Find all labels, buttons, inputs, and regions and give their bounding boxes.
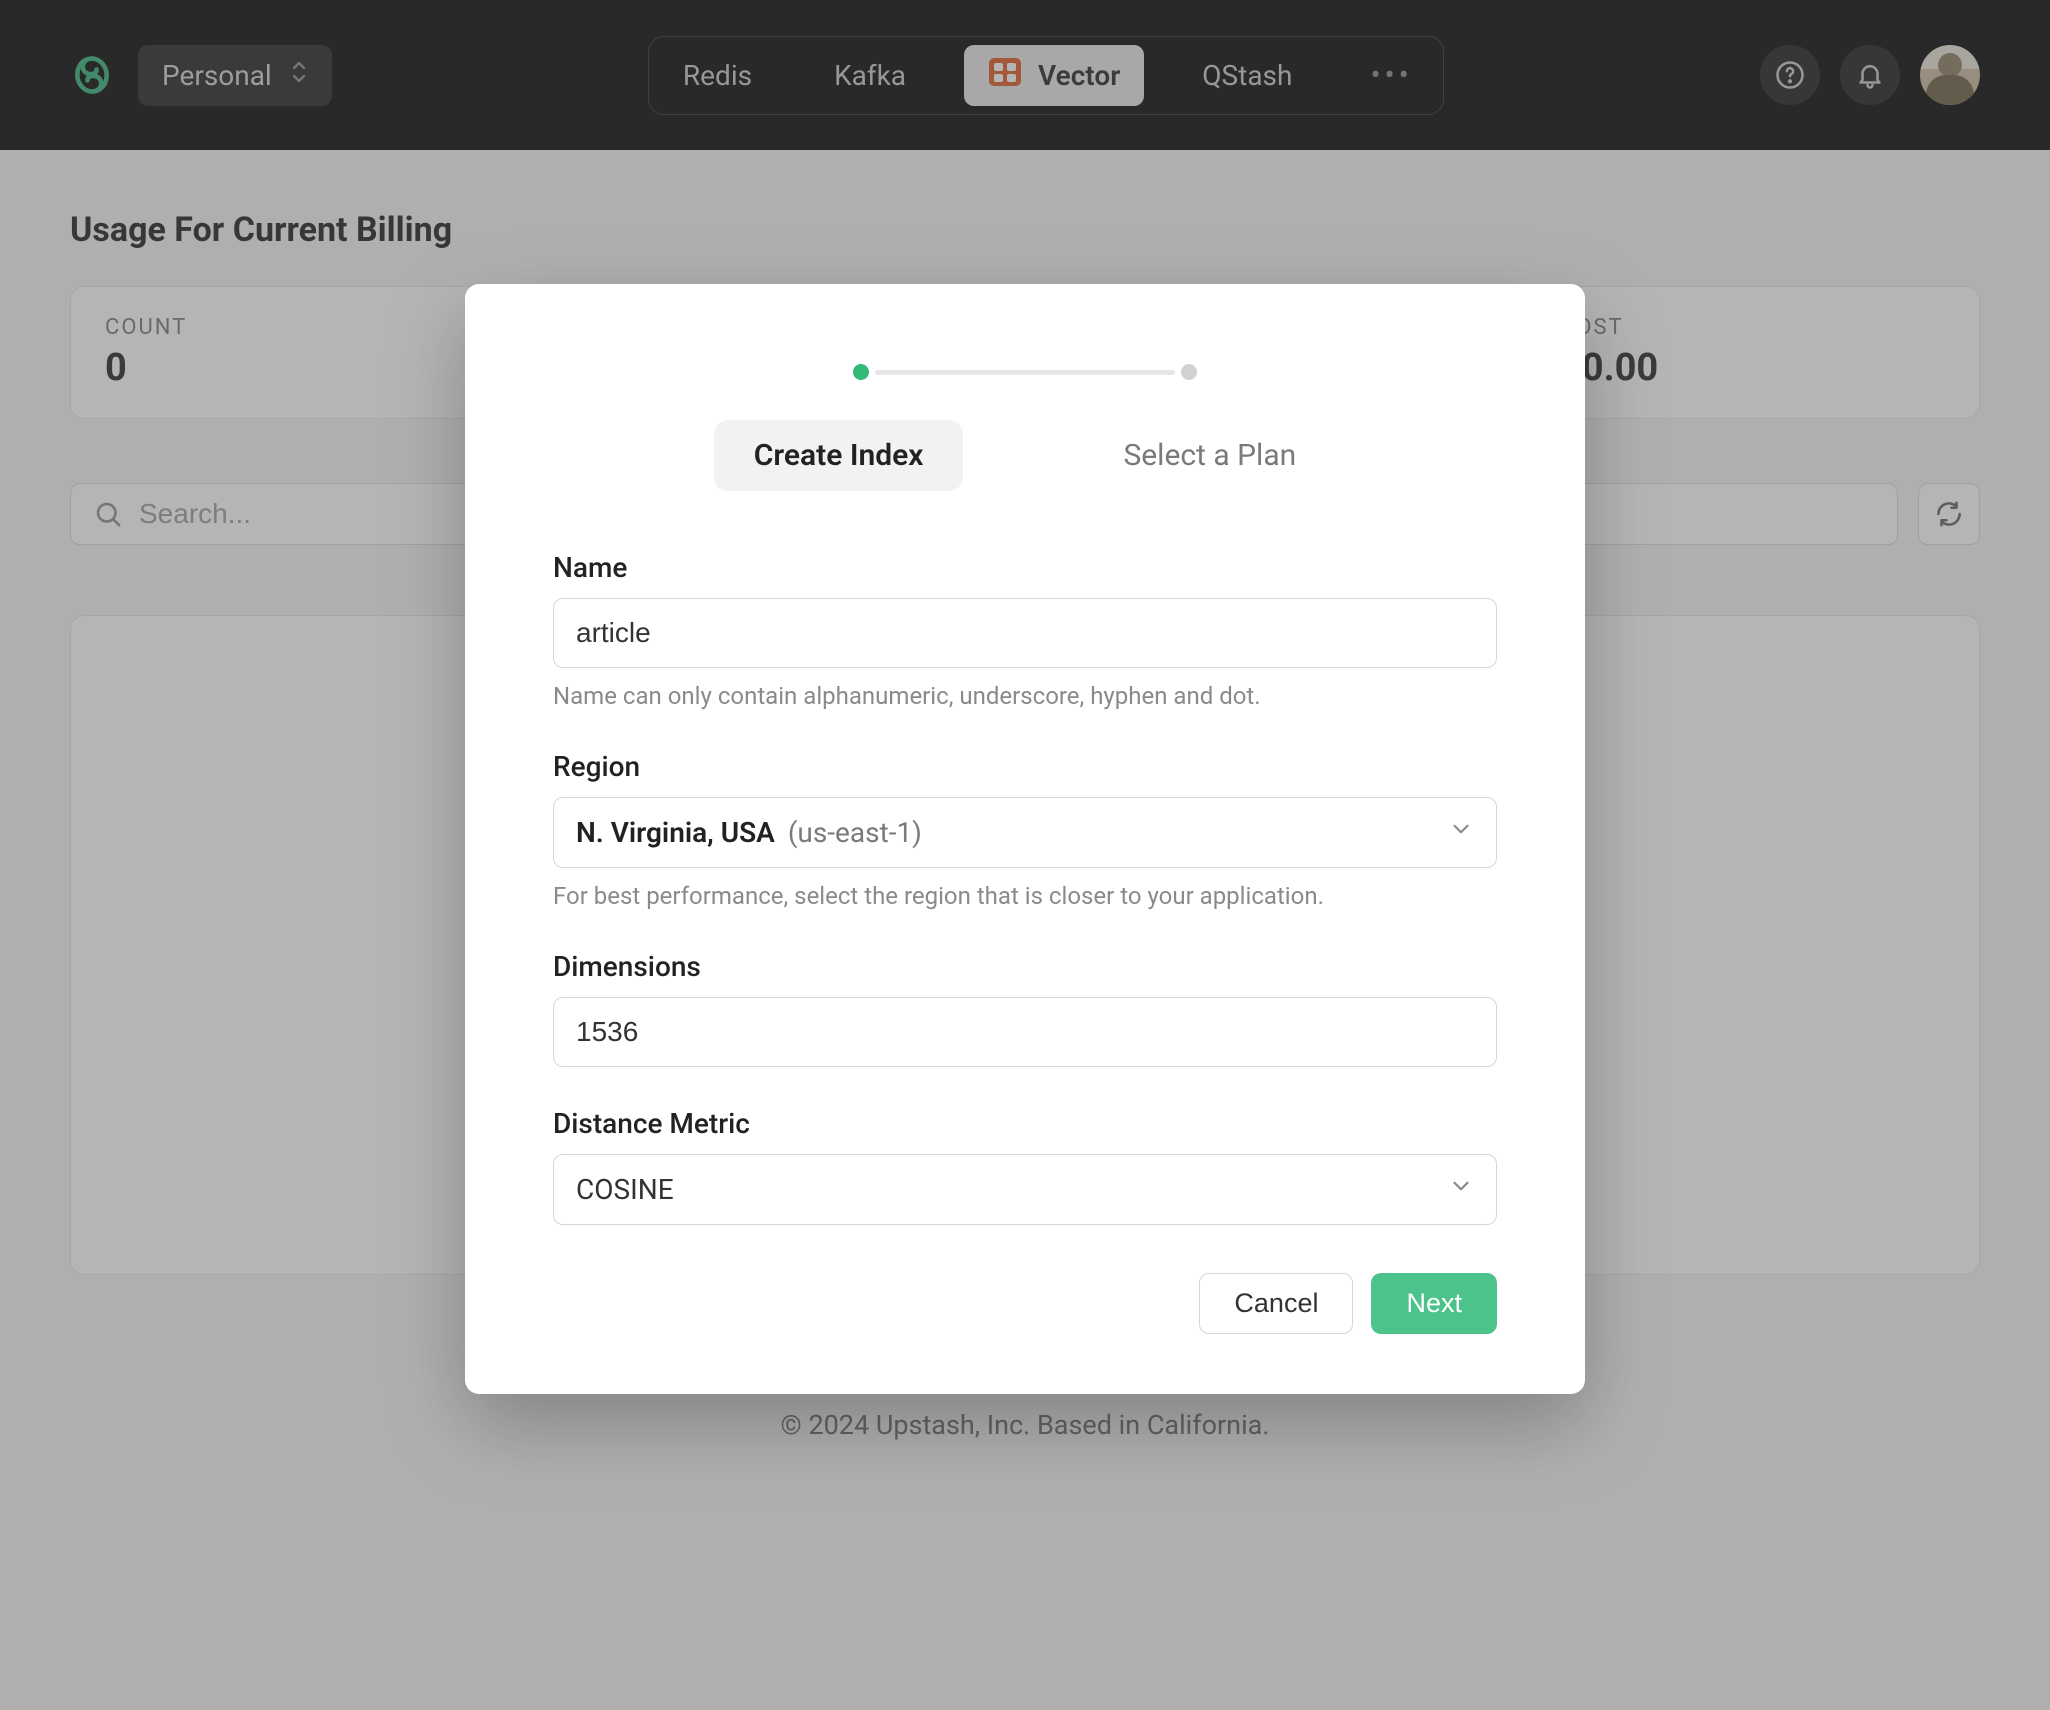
metric-select[interactable]: COSINE xyxy=(553,1154,1497,1225)
stat-label: COST xyxy=(1560,315,1945,340)
region-value: N. Virginia, USA xyxy=(576,816,775,849)
step-dot-2 xyxy=(1181,364,1197,380)
logo-icon xyxy=(70,53,114,97)
step-dot-1 xyxy=(853,364,869,380)
step-label-plan[interactable]: Select a Plan xyxy=(1083,420,1336,491)
create-index-modal: Create Index Select a Plan Name Name can… xyxy=(465,284,1585,1394)
help-button[interactable] xyxy=(1760,45,1820,105)
step-bar xyxy=(875,370,1175,375)
search-icon xyxy=(93,499,123,529)
stepper xyxy=(553,364,1497,380)
team-selector[interactable]: Personal xyxy=(138,45,332,106)
chevron-down-icon xyxy=(1448,1173,1474,1206)
topbar: Personal Redis Kafka Vector QStash ••• xyxy=(0,0,2050,150)
nav-qstash[interactable]: QStash xyxy=(1178,47,1316,104)
step-label-create[interactable]: Create Index xyxy=(714,420,964,491)
cancel-button[interactable]: Cancel xyxy=(1199,1273,1353,1334)
region-select[interactable]: N. Virginia, USA (us-east-1) xyxy=(553,797,1497,868)
nav-kafka[interactable]: Kafka xyxy=(810,47,930,104)
name-input[interactable] xyxy=(553,598,1497,668)
vector-icon xyxy=(988,57,1022,94)
stat-card-cost: COST $0.00 xyxy=(1525,286,1980,419)
nav-redis[interactable]: Redis xyxy=(659,47,776,104)
stat-card-count: COUNT 0 xyxy=(70,286,525,419)
nav-more-icon[interactable]: ••• xyxy=(1350,58,1432,93)
notifications-button[interactable] xyxy=(1840,45,1900,105)
stat-value: $0.00 xyxy=(1560,346,1945,390)
help-icon xyxy=(1775,60,1805,90)
name-label: Name xyxy=(553,551,1497,584)
region-sub: (us-east-1) xyxy=(788,816,922,849)
team-selector-label: Personal xyxy=(162,59,272,92)
stat-label: COUNT xyxy=(105,315,490,340)
dimensions-input[interactable] xyxy=(553,997,1497,1067)
refresh-button[interactable] xyxy=(1918,483,1980,545)
next-button[interactable]: Next xyxy=(1371,1273,1497,1334)
region-label: Region xyxy=(553,750,1497,783)
refresh-icon xyxy=(1934,499,1964,529)
chevron-down-icon xyxy=(1448,816,1474,849)
product-nav: Redis Kafka Vector QStash ••• xyxy=(648,36,1444,115)
bell-icon xyxy=(1855,60,1885,90)
dimensions-label: Dimensions xyxy=(553,950,1497,983)
name-hint: Name can only contain alphanumeric, unde… xyxy=(553,682,1497,710)
footer: © 2024 Upstash, Inc. Based in California… xyxy=(0,1395,2050,1471)
metric-value: COSINE xyxy=(576,1173,674,1206)
region-hint: For best performance, select the region … xyxy=(553,882,1497,910)
chevron-up-down-icon xyxy=(290,59,308,92)
avatar[interactable] xyxy=(1920,45,1980,105)
nav-vector[interactable]: Vector xyxy=(964,45,1144,106)
stat-value: 0 xyxy=(105,346,490,390)
metric-label: Distance Metric xyxy=(553,1107,1497,1140)
page-title: Usage For Current Billing xyxy=(70,210,1980,250)
